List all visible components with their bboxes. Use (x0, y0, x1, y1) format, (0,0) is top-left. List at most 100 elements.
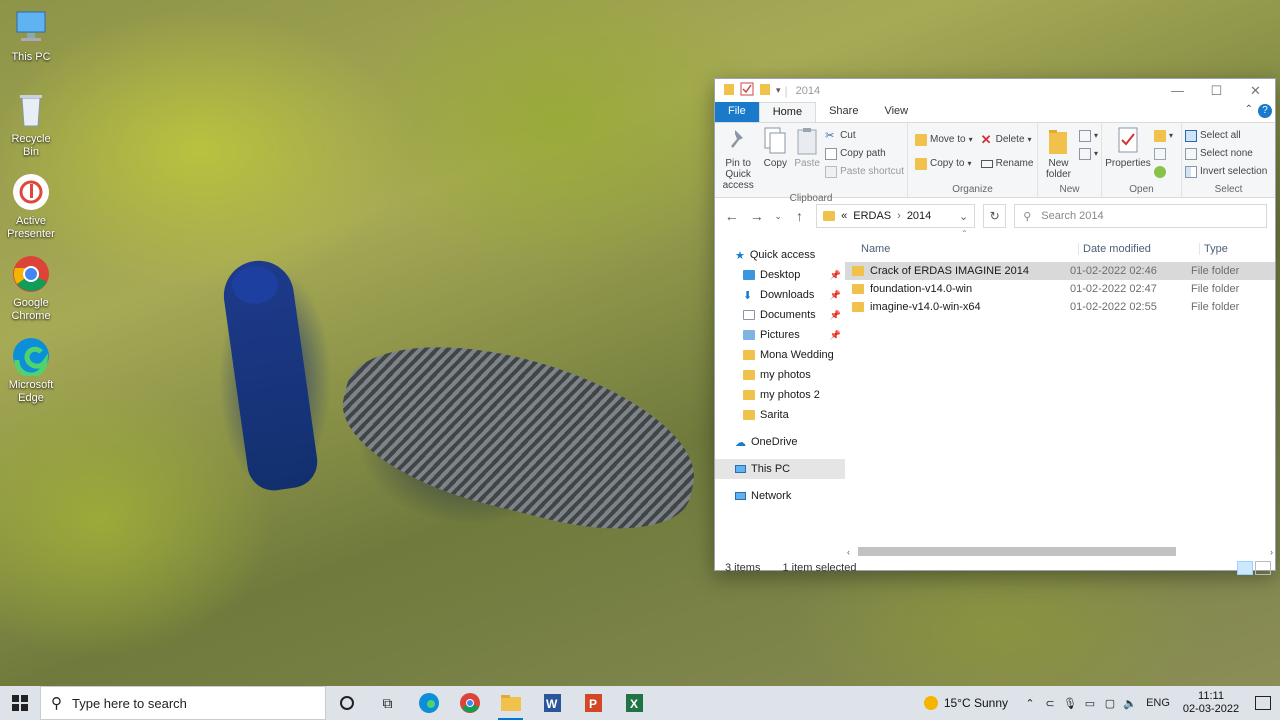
nav-desktop[interactable]: Desktop 📌 (715, 265, 845, 285)
help-icon[interactable]: ? (1258, 104, 1272, 118)
edit-button[interactable] (1154, 146, 1173, 161)
maximize-button[interactable]: ☐ (1197, 79, 1236, 102)
horizontal-scrollbar[interactable]: ‹ › (845, 546, 1275, 558)
chevron-down-icon[interactable]: ▾ (776, 85, 781, 96)
select-none-label: Select none (1200, 148, 1253, 159)
rename-button[interactable]: Rename (980, 156, 1033, 171)
chevron-down-icon: ▾ (1169, 131, 1174, 140)
nav-this-pc[interactable]: This PC (715, 459, 845, 479)
nav-mona-wedding[interactable]: Mona Wedding (715, 345, 845, 365)
properties-button[interactable]: Properties (1105, 126, 1151, 182)
desktop-icon-microsoft-edge[interactable]: Microsoft Edge (4, 336, 58, 405)
file-row[interactable]: foundation-v14.0-win 01-02-2022 02:47 Fi… (845, 280, 1275, 298)
invert-selection-button[interactable]: Invert selection (1185, 164, 1267, 179)
cortana-button[interactable] (326, 686, 367, 720)
select-none-button[interactable]: Select none (1185, 146, 1267, 161)
paste-shortcut-button[interactable]: Paste shortcut (825, 164, 904, 179)
start-button[interactable] (0, 686, 40, 720)
nav-my-photos-2[interactable]: my photos 2 (715, 385, 845, 405)
delete-button[interactable]: ✕ Delete ▾ (981, 132, 1034, 147)
battery-icon[interactable]: ▭ (1080, 697, 1100, 710)
network-tray-icon[interactable]: ⊂ (1040, 697, 1060, 710)
address-bar[interactable]: « ERDAS › 2014 ⌄ (816, 204, 976, 228)
tab-home[interactable]: Home (758, 102, 817, 122)
notification-center-button[interactable] (1246, 696, 1280, 710)
desktop-icon-recycle-bin[interactable]: Recycle Bin (4, 90, 58, 159)
taskbar-chrome[interactable] (449, 686, 490, 720)
tab-view[interactable]: View (871, 102, 921, 122)
navigation-pane[interactable]: ★ Quick access Desktop 📌 ⬇ Downloads 📌 Docum… (715, 234, 845, 558)
pin-to-quick-access-button[interactable]: Pin to Quick access (718, 126, 758, 191)
taskbar-excel[interactable]: X (613, 686, 654, 720)
move-to-button[interactable]: Move to ▾ (915, 132, 973, 147)
taskbar-file-explorer[interactable] (490, 686, 531, 720)
new-folder-icon[interactable] (759, 82, 771, 99)
copy-to-button[interactable]: Copy to ▾ (915, 156, 973, 171)
wallpaper-peacock-head (232, 266, 278, 304)
back-arrow-icon[interactable]: ← (723, 208, 740, 224)
breadcrumb-erdas[interactable]: ERDAS (853, 210, 891, 222)
weather-widget[interactable]: 15°C Sunny (923, 696, 1008, 710)
details-view-button[interactable] (1237, 561, 1253, 575)
recent-locations-chevron-icon[interactable]: ⌄ (773, 211, 783, 222)
nav-documents[interactable]: Documents 📌 (715, 305, 845, 325)
open-button[interactable]: ▾ (1154, 128, 1173, 143)
select-all-button[interactable]: Select all (1185, 128, 1267, 143)
column-name[interactable]: Name (861, 243, 1078, 255)
copy-path-button[interactable]: Copy path (825, 146, 904, 161)
desktop-icon-google-chrome[interactable]: Google Chrome (4, 254, 58, 323)
file-row[interactable]: Crack of ERDAS IMAGINE 2014 01-02-2022 0… (845, 262, 1275, 280)
new-folder-button[interactable]: New folder (1041, 126, 1076, 182)
tab-share[interactable]: Share (816, 102, 871, 122)
column-type[interactable]: Type (1199, 243, 1228, 255)
large-icons-view-button[interactable] (1255, 561, 1271, 575)
title-bar[interactable]: ▾ | 2014 — ☐ ✕ (715, 79, 1275, 102)
desktop-icon-active-presenter[interactable]: Active Presenter (4, 172, 58, 241)
search-box[interactable]: ⚲ Search 2014 (1014, 204, 1268, 228)
tab-file[interactable]: File (715, 102, 759, 122)
nav-sarita[interactable]: Sarita (715, 405, 845, 425)
show-hidden-icons-chevron-icon[interactable]: ⌃ (1020, 697, 1040, 710)
scrollbar-thumb[interactable] (858, 547, 1176, 556)
taskbar-powerpoint[interactable]: P (572, 686, 613, 720)
taskbar-search-box[interactable]: ⚲ Type here to search (40, 686, 326, 720)
file-row[interactable]: imagine-v14.0-win-x64 01-02-2022 02:55 F… (845, 298, 1275, 316)
column-date-modified[interactable]: Date modified (1078, 243, 1199, 255)
minimize-button[interactable]: — (1158, 79, 1197, 102)
file-explorer-window[interactable]: ▾ | 2014 — ☐ ✕ File Home Share View ⌃ ? … (714, 78, 1276, 575)
file-list-pane[interactable]: ⌃ Name Date modified Type Crack of ERDAS… (845, 229, 1275, 558)
forward-arrow-icon[interactable]: → (748, 208, 765, 224)
paste-button[interactable]: Paste (792, 126, 822, 191)
nav-onedrive[interactable]: ☁ OneDrive (715, 432, 845, 452)
up-arrow-icon[interactable]: ↑ (791, 208, 808, 224)
display-icon[interactable]: ▢ (1100, 697, 1120, 710)
volume-icon[interactable]: 🔈 (1120, 697, 1140, 710)
nav-label: my photos 2 (760, 389, 820, 401)
scroll-left-icon[interactable]: ‹ (847, 547, 850, 557)
nav-downloads[interactable]: ⬇ Downloads 📌 (715, 285, 845, 305)
chevron-down-icon[interactable]: ⌄ (959, 210, 968, 223)
properties-check-icon[interactable] (740, 82, 754, 99)
task-view-button[interactable]: ⧉ (367, 686, 408, 720)
copy-button[interactable]: Copy (761, 126, 789, 191)
nav-pictures[interactable]: Pictures 📌 (715, 325, 845, 345)
easy-access-button[interactable]: ▾ (1078, 146, 1098, 161)
collapse-ribbon-icon[interactable]: ⌃ (1245, 104, 1253, 115)
history-button[interactable] (1154, 164, 1173, 179)
nav-my-photos[interactable]: my photos (715, 365, 845, 385)
taskbar-edge[interactable] (408, 686, 449, 720)
desktop-icon-this-pc[interactable]: This PC (4, 8, 58, 64)
clock[interactable]: 11:11 02-03-2022 (1176, 690, 1246, 716)
new-item-button[interactable]: ▾ (1078, 128, 1098, 143)
refresh-button[interactable]: ↻ (983, 204, 1007, 228)
breadcrumb-overflow[interactable]: « (841, 210, 847, 222)
breadcrumb-2014[interactable]: 2014 (907, 210, 931, 222)
taskbar-word[interactable]: W (531, 686, 572, 720)
microphone-icon[interactable]: 🎙 (1060, 697, 1080, 710)
cut-button[interactable]: ✂ Cut (825, 128, 904, 143)
nav-quick-access[interactable]: ★ Quick access (715, 245, 845, 265)
nav-network[interactable]: Network (715, 486, 845, 506)
scroll-right-icon[interactable]: › (1270, 547, 1273, 557)
language-indicator[interactable]: ENG (1140, 697, 1176, 709)
close-button[interactable]: ✕ (1236, 79, 1275, 102)
